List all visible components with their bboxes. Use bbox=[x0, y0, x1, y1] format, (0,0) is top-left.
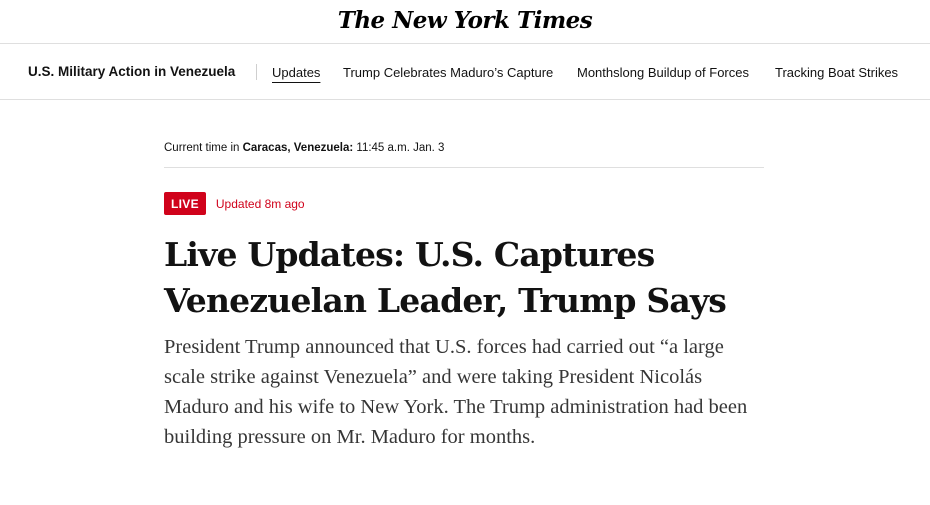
subnav-link-boat-strikes[interactable]: Tracking Boat Strikes bbox=[775, 65, 898, 80]
live-status-row: LIVE Updated 8m ago bbox=[164, 192, 305, 215]
live-badge: LIVE bbox=[164, 192, 206, 215]
time-location: Caracas, Venezuela: bbox=[242, 142, 354, 154]
current-time-bar: Current time in Caracas, Venezuela: 11:4… bbox=[164, 142, 764, 168]
time-prefix: Current time in bbox=[164, 142, 243, 154]
time-value: 11:45 a.m. Jan. 3 bbox=[353, 142, 445, 154]
subnav-link-maduro-capture[interactable]: Trump Celebrates Maduro’s Capture bbox=[343, 65, 553, 80]
subnav-link-updates[interactable]: Updates bbox=[272, 65, 320, 80]
updated-timestamp: Updated 8m ago bbox=[215, 196, 305, 211]
subnav-divider bbox=[256, 64, 257, 80]
nyt-logo[interactable]: The New York Times bbox=[338, 7, 593, 34]
story-subnav: U.S. Military Action in Venezuela Update… bbox=[0, 44, 930, 100]
article-summary: President Trump announced that U.S. forc… bbox=[164, 336, 748, 448]
article-headline: Live Updates: U.S. Captures Venezuelan L… bbox=[164, 235, 727, 320]
subnav-title[interactable]: U.S. Military Action in Venezuela bbox=[28, 64, 235, 79]
masthead: The New York Times bbox=[0, 0, 930, 44]
subnav-link-buildup[interactable]: Monthslong Buildup of Forces bbox=[577, 65, 749, 80]
